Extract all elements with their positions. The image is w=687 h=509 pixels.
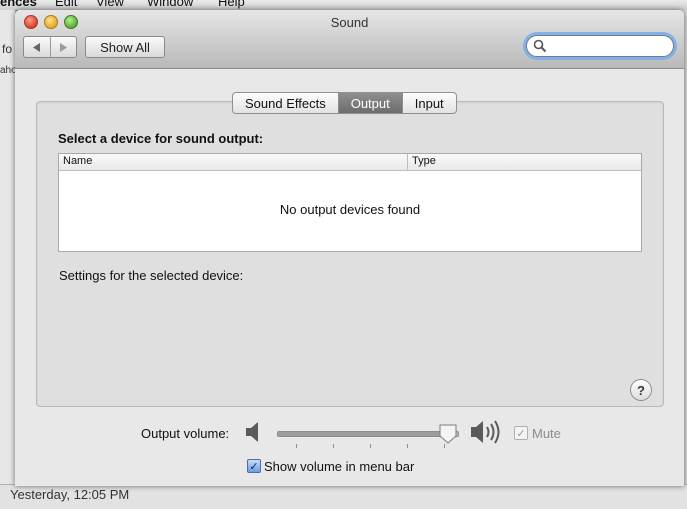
back-arrow-icon [32, 42, 40, 52]
search-icon [533, 39, 547, 53]
empty-table-message: No output devices found [279, 202, 421, 217]
back-forward-control [23, 36, 77, 58]
tab-sound-effects[interactable]: Sound Effects [233, 93, 338, 113]
volume-slider-track[interactable] [277, 431, 459, 437]
column-header-type[interactable]: Type [412, 155, 436, 167]
volume-slider-fill [278, 432, 449, 436]
output-panel [36, 101, 664, 407]
checkmark-icon: ✓ [249, 460, 259, 473]
menubar-help[interactable]: Help [218, 0, 245, 9]
menubar-window[interactable]: Window [147, 0, 193, 9]
output-volume-label: Output volume: [141, 426, 230, 441]
show-volume-menubar-checkbox[interactable]: ✓ [247, 459, 261, 473]
menubar-edit[interactable]: Edit [55, 0, 77, 9]
slider-tick [296, 444, 297, 448]
mute-label: Mute [532, 426, 561, 441]
table-header: Name Type [59, 154, 641, 171]
tab-output[interactable]: Output [337, 93, 402, 113]
column-divider[interactable] [407, 154, 408, 170]
slider-tick [333, 444, 334, 448]
device-settings-label: Settings for the selected device: [59, 268, 244, 283]
sound-preferences-window: Sound Show All Sound Effects Output Inpu… [15, 10, 684, 486]
column-header-name[interactable]: Name [63, 155, 92, 167]
slider-tick [444, 444, 445, 448]
output-device-table[interactable]: Name Type No output devices found [58, 153, 642, 252]
slider-tick [370, 444, 371, 448]
volume-slider-knob[interactable] [439, 424, 457, 444]
checkmark-icon: ✓ [516, 427, 526, 440]
background-text-fragment: fo [2, 42, 13, 56]
titlebar[interactable]: Sound Show All [15, 10, 684, 69]
help-button[interactable]: ? [630, 379, 652, 401]
background-timestamp: Yesterday, 12:05 PM [10, 487, 130, 502]
window-title: Sound [330, 15, 369, 30]
menubar-app-name[interactable]: ences [0, 0, 37, 9]
background-window-left: fo aho [0, 10, 17, 508]
menubar-view[interactable]: View [96, 0, 124, 9]
tab-bar: Sound Effects Output Input [232, 92, 457, 114]
background-window-bottom: Yesterday, 12:05 PM [0, 484, 687, 509]
back-button[interactable] [24, 37, 51, 57]
show-volume-menubar-label[interactable]: Show volume in menu bar [264, 459, 414, 474]
forward-arrow-icon [60, 42, 68, 52]
search-field[interactable] [526, 35, 674, 57]
device-section-label: Select a device for sound output: [58, 131, 264, 146]
speaker-low-icon[interactable] [244, 420, 262, 444]
search-input[interactable] [547, 37, 669, 55]
system-menubar: ences Edit View Window Help [0, 0, 687, 10]
show-all-button[interactable]: Show All [85, 36, 165, 58]
forward-button[interactable] [51, 37, 77, 57]
speaker-high-icon[interactable] [470, 418, 502, 446]
tab-input[interactable]: Input [401, 93, 456, 113]
mute-checkbox[interactable]: ✓ [514, 426, 528, 440]
slider-tick [407, 444, 408, 448]
